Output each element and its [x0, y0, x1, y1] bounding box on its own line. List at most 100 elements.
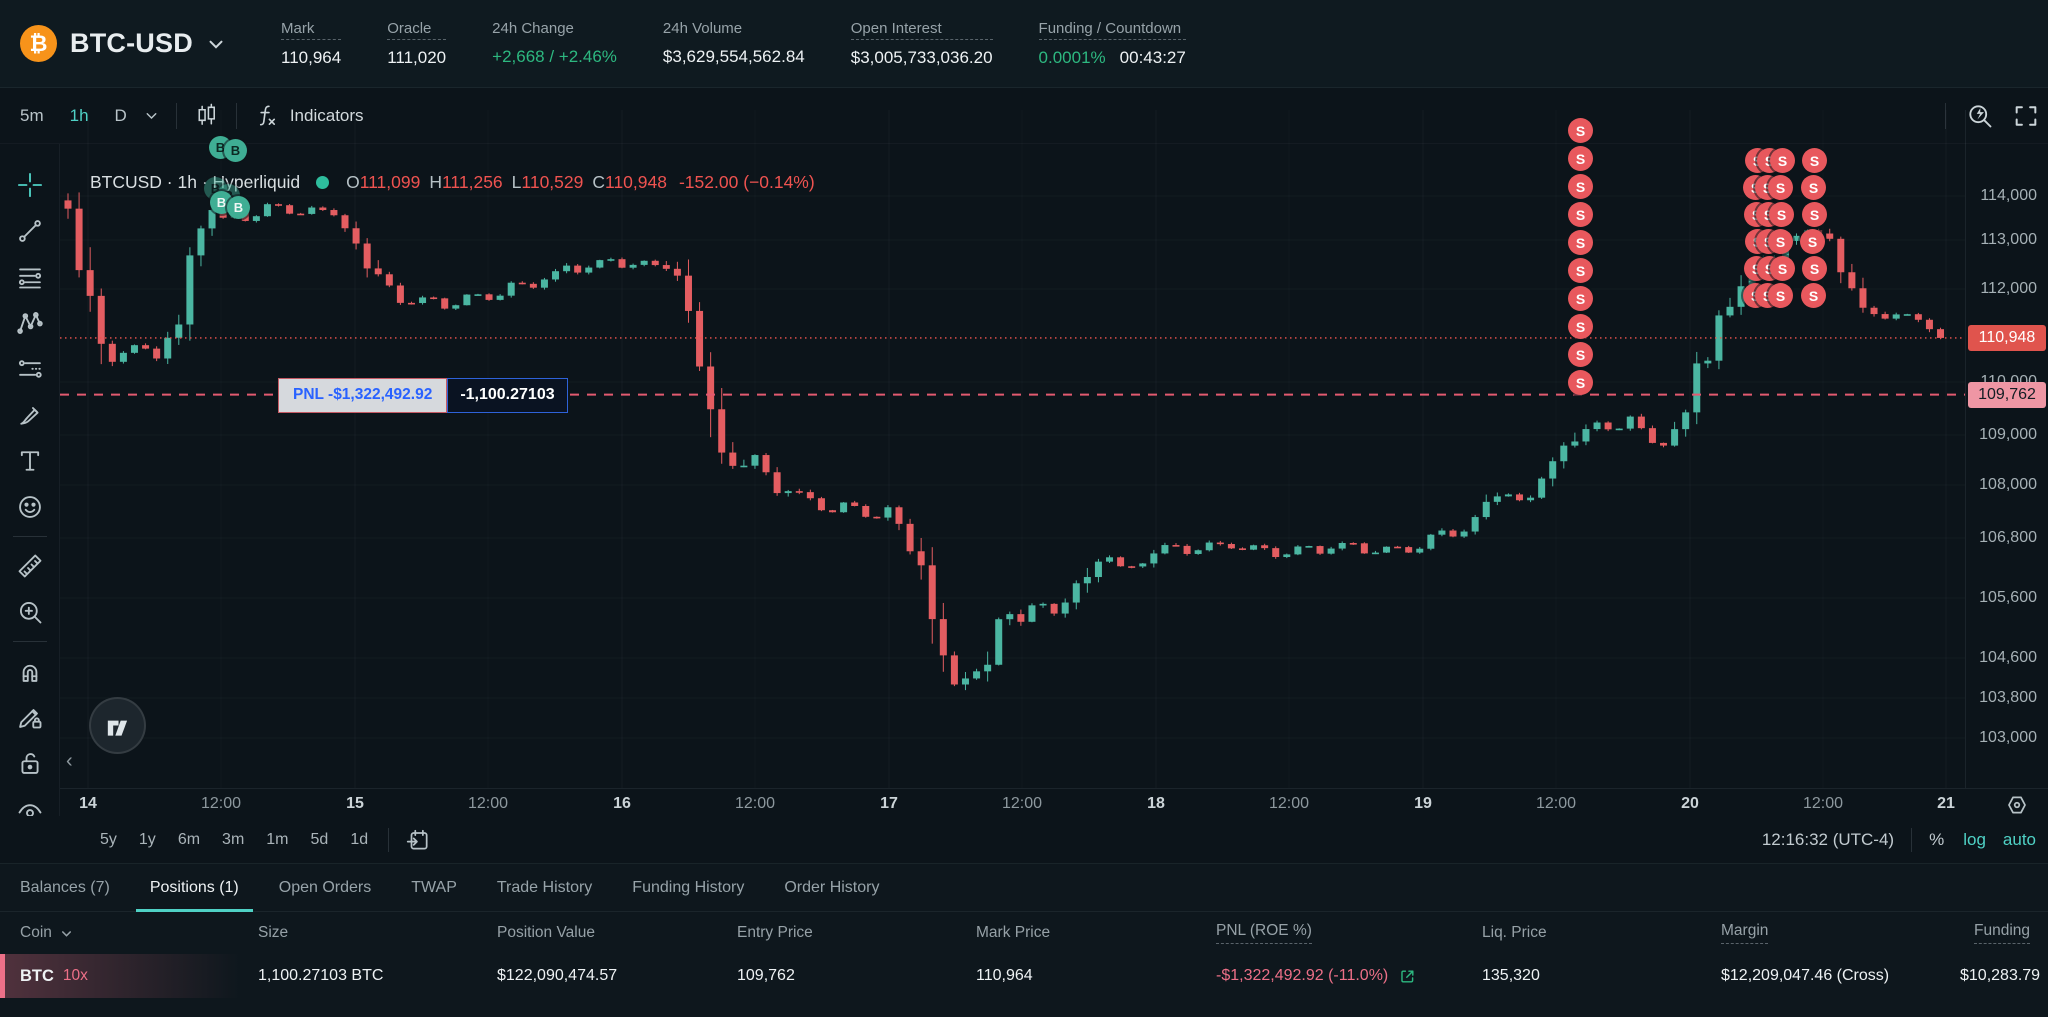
auto-scale-button[interactable]: auto — [2003, 830, 2036, 850]
column-margin[interactable]: Margin — [1721, 922, 1960, 944]
stat-24h-change: 24h Change +2,668 / +2.46% — [492, 21, 617, 65]
zoom-in-icon[interactable] — [10, 589, 50, 635]
sell-marker-icon[interactable]: S — [1568, 230, 1593, 255]
position-line-label[interactable]: PNL -$1,322,492.92 -1,100.27103 — [278, 378, 568, 413]
range-5y-button[interactable]: 5y — [100, 831, 117, 849]
range-3m-button[interactable]: 3m — [222, 831, 244, 849]
ruler-icon[interactable] — [10, 543, 50, 589]
time-tick-label: 12:00 — [201, 795, 241, 813]
sell-marker-icon[interactable]: S — [1802, 202, 1827, 227]
position-pnl-label: PNL -$1,322,492.92 — [278, 378, 447, 413]
cell-mark-price: 110,964 — [976, 967, 1216, 985]
range-6m-button[interactable]: 6m — [178, 831, 200, 849]
stat-oracle: Oracle 111,020 — [387, 21, 446, 66]
sell-marker-icon[interactable]: S — [1568, 118, 1593, 143]
axis-settings-hexagon-icon[interactable] — [2004, 792, 2030, 818]
horizontal-lines-icon[interactable] — [10, 254, 50, 300]
legend-high-key: H — [429, 172, 442, 192]
sell-marker-icon[interactable]: S — [1768, 283, 1793, 308]
lock-all-icon[interactable] — [10, 740, 50, 786]
sell-marker-icon[interactable]: S — [1568, 202, 1593, 227]
position-row-btc[interactable]: BTC 10x 1,100.27103 BTC $122,090,474.57 … — [0, 954, 2048, 998]
text-icon[interactable] — [10, 438, 50, 484]
buy-marker-icon[interactable]: B — [227, 196, 250, 219]
sell-marker-icon[interactable]: S — [1801, 175, 1826, 200]
brush-icon[interactable] — [10, 392, 50, 438]
btc-logo-icon: ₿ — [20, 25, 57, 62]
toolbar-divider — [13, 641, 47, 642]
sell-marker-icon[interactable]: S — [1568, 174, 1593, 199]
tab-order-history[interactable]: Order History — [784, 864, 879, 912]
sell-marker-icon[interactable]: S — [1770, 148, 1795, 173]
chart-style-candles-icon[interactable] — [193, 102, 220, 129]
trend-line-icon[interactable] — [10, 208, 50, 254]
column-size: Size — [258, 924, 497, 942]
market-symbol: BTC-USD — [70, 28, 193, 59]
log-scale-button[interactable]: log — [1963, 830, 1986, 850]
crosshair-icon[interactable] — [10, 162, 50, 208]
go-to-date-icon[interactable] — [405, 827, 431, 853]
tab-trade-history[interactable]: Trade History — [497, 864, 592, 912]
drawing-lock-icon[interactable] — [10, 694, 50, 740]
percent-scale-button[interactable]: % — [1929, 830, 1944, 850]
xabcd-pattern-icon[interactable] — [10, 300, 50, 346]
fullscreen-icon[interactable] — [2012, 102, 2040, 130]
column-pnl-roe[interactable]: PNL (ROE %) — [1216, 922, 1482, 944]
interval-d-button[interactable]: D — [115, 106, 127, 126]
price-axis[interactable]: 110,948 109,762 114,000113,000112,000110… — [1965, 110, 2048, 788]
sell-marker-icon[interactable]: S — [1568, 286, 1593, 311]
interval-chevron-down-icon[interactable] — [143, 107, 160, 124]
range-5d-button[interactable]: 5d — [311, 831, 329, 849]
cell-pnl: -$1,322,492.92 (-11.0%) — [1216, 967, 1482, 985]
projection-icon[interactable] — [10, 346, 50, 392]
range-1m-button[interactable]: 1m — [266, 831, 288, 849]
price-tick-label: 114,000 — [1980, 187, 2037, 205]
time-axis[interactable]: 1412:001512:001612:001712:001812:001912:… — [0, 788, 2048, 816]
positions-panel: Balances (7) Positions (1) Open Orders T… — [0, 863, 2048, 1017]
column-coin[interactable]: Coin — [20, 924, 258, 942]
time-tick-label: 12:00 — [1803, 795, 1843, 813]
time-tick-label: 12:00 — [1536, 795, 1576, 813]
buy-marker-icon[interactable]: B — [224, 139, 247, 162]
emoji-icon[interactable] — [10, 484, 50, 530]
sell-marker-icon[interactable]: S — [1800, 229, 1825, 254]
sell-marker-icon[interactable]: S — [1768, 175, 1793, 200]
sell-marker-icon[interactable]: S — [1770, 256, 1795, 281]
share-pnl-icon[interactable] — [1399, 968, 1416, 985]
sell-marker-icon[interactable]: S — [1568, 342, 1593, 367]
interval-5m-button[interactable]: 5m — [20, 106, 44, 126]
tab-balances[interactable]: Balances (7) — [20, 864, 110, 912]
column-funding[interactable]: Funding — [1960, 922, 2048, 944]
indicators-fx-icon[interactable] — [253, 102, 280, 129]
sell-marker-icon[interactable]: S — [1568, 258, 1593, 283]
chart-legend[interactable]: BTCUSD · 1h · Hyperliquid O111,099 H111,… — [90, 172, 815, 193]
column-liq-price: Liq. Price — [1482, 924, 1721, 942]
cell-coin[interactable]: BTC 10x — [20, 967, 258, 986]
sell-marker-icon[interactable]: S — [1801, 283, 1826, 308]
sell-marker-icon[interactable]: S — [1568, 370, 1593, 395]
legend-change: -152.00 (−0.14%) — [679, 172, 815, 193]
tab-open-orders[interactable]: Open Orders — [279, 864, 371, 912]
tab-positions[interactable]: Positions (1) — [150, 864, 239, 912]
scroll-left-chevron-icon[interactable]: ‹ — [66, 750, 73, 773]
tab-twap[interactable]: TWAP — [411, 864, 457, 912]
flash-search-icon[interactable] — [1966, 102, 1994, 130]
market-selector[interactable]: ₿ BTC-USD — [20, 25, 275, 62]
magnet-icon[interactable] — [10, 648, 50, 694]
tradingview-logo-icon[interactable] — [89, 697, 146, 754]
price-tick-label: 105,600 — [1979, 589, 2037, 607]
toolbar-divider — [1945, 103, 1946, 129]
sell-marker-icon[interactable]: S — [1802, 148, 1827, 173]
chart-clock[interactable]: 12:16:32 (UTC-4) — [1762, 830, 1894, 850]
sell-marker-icon[interactable]: S — [1769, 202, 1794, 227]
sell-marker-icon[interactable]: S — [1568, 146, 1593, 171]
sell-marker-icon[interactable]: S — [1802, 256, 1827, 281]
range-1d-button[interactable]: 1d — [350, 831, 368, 849]
range-1y-button[interactable]: 1y — [139, 831, 156, 849]
sell-marker-icon[interactable]: S — [1768, 229, 1793, 254]
column-mark-price: Mark Price — [976, 924, 1216, 942]
sell-marker-icon[interactable]: S — [1568, 314, 1593, 339]
interval-1h-button[interactable]: 1h — [70, 106, 89, 126]
tab-funding-history[interactable]: Funding History — [632, 864, 744, 912]
indicators-button[interactable]: Indicators — [290, 106, 364, 126]
